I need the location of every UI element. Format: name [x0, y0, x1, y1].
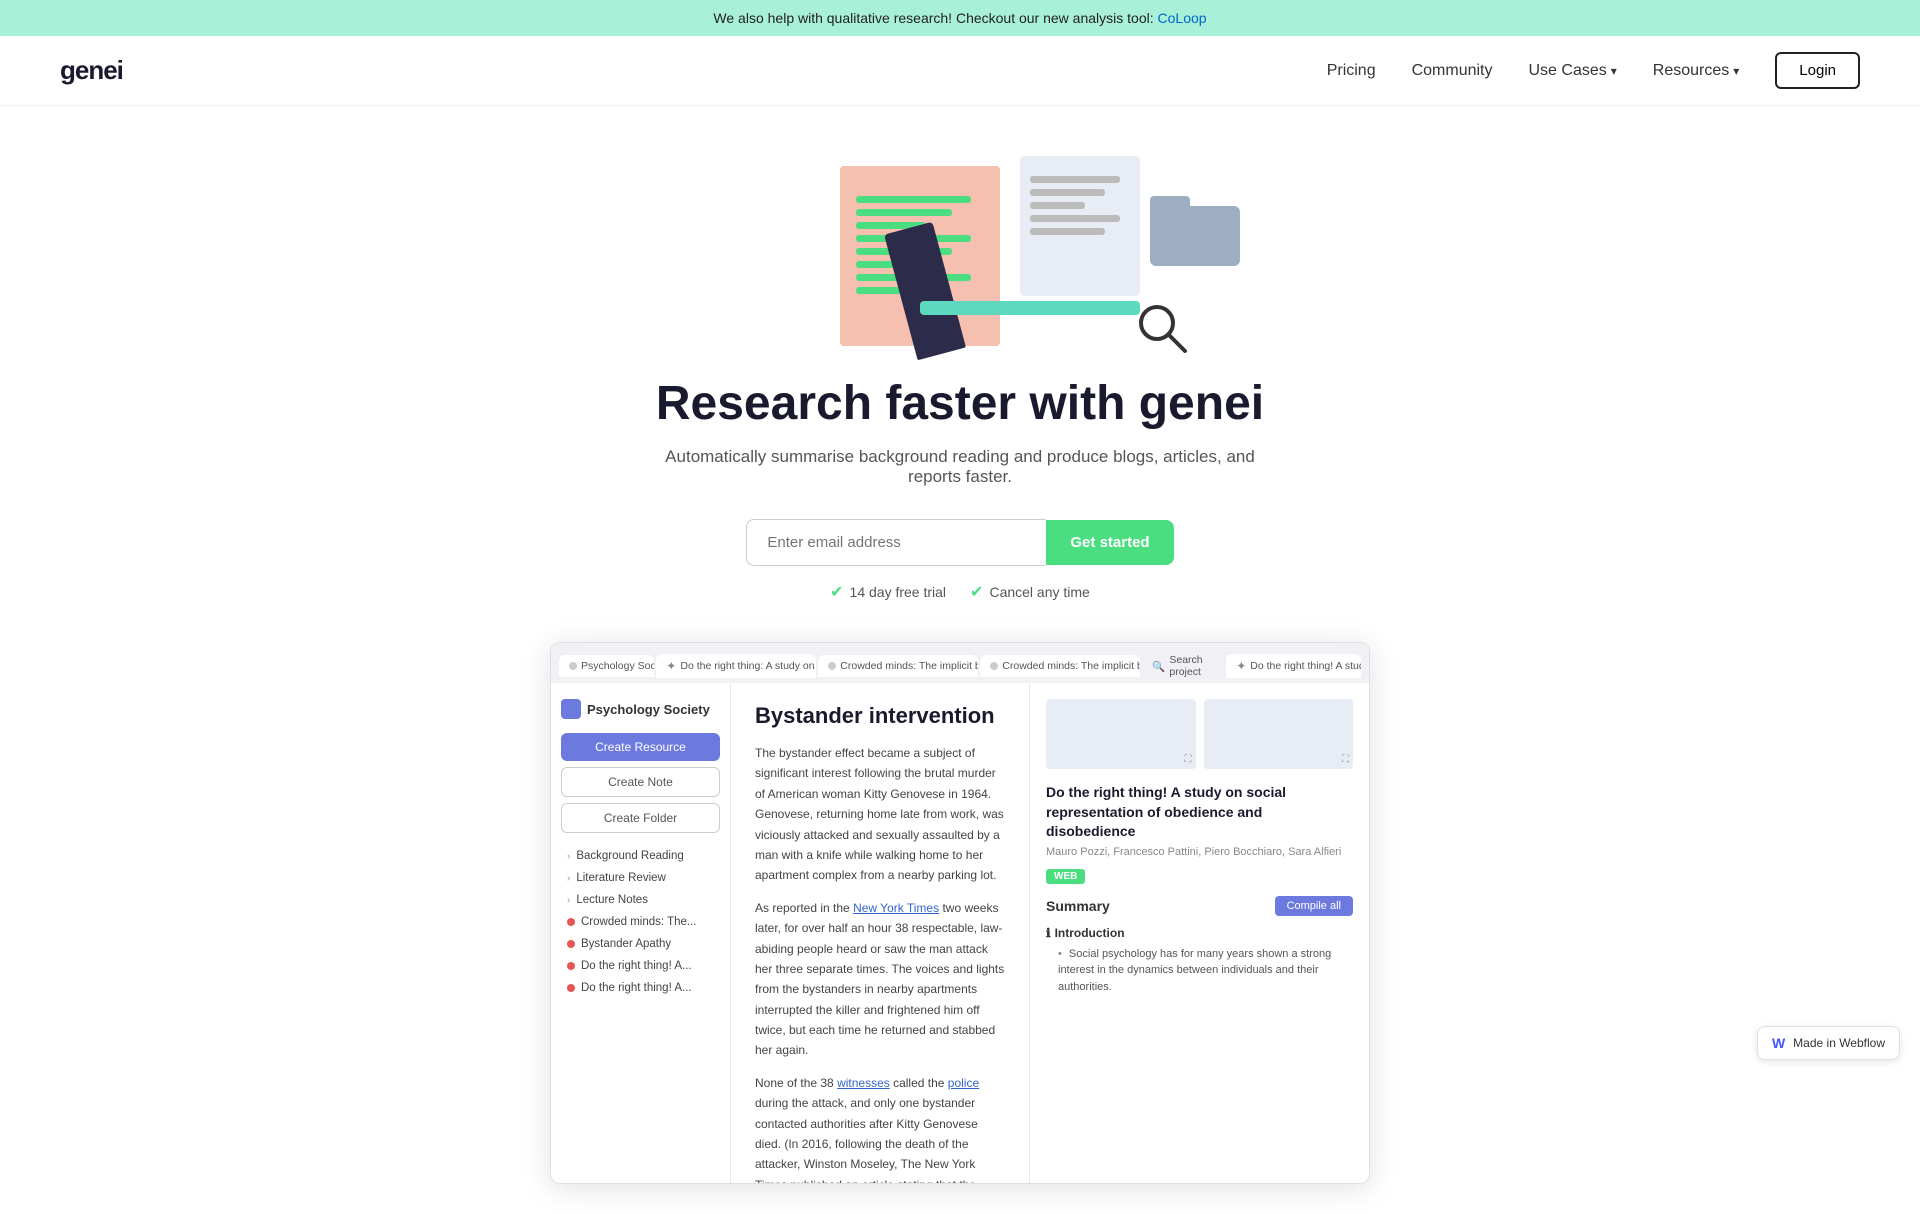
cancel-badge: ✔ Cancel any time	[970, 582, 1090, 602]
highlight-bar	[920, 301, 1140, 315]
signup-form: Get started	[746, 519, 1173, 566]
chevron-right-icon: ›	[567, 851, 570, 862]
check-icon: ✔	[970, 582, 983, 602]
paragraph-2: As reported in the New York Times two we…	[755, 898, 1005, 1061]
main-content-area: Bystander intervention The bystander eff…	[731, 683, 1029, 1183]
file-status-icon	[567, 918, 575, 926]
get-started-button[interactable]: Get started	[1046, 520, 1173, 565]
paper-authors: Mauro Pozzi, Francesco Pattini, Piero Bo…	[1046, 846, 1353, 858]
file-status-icon	[567, 962, 575, 970]
hero-illustration	[720, 146, 1200, 356]
sidebar-nav: › Background Reading › Literature Review…	[561, 845, 720, 999]
nav-community[interactable]: Community	[1412, 62, 1493, 80]
free-trial-badge: ✔ 14 day free trial	[830, 582, 946, 602]
tab-crowded-minds-1[interactable]: Crowded minds: The implicit bystander e.…	[818, 655, 978, 677]
paragraph-3: None of the 38 witnesses called the poli…	[755, 1073, 1005, 1183]
project-icon	[561, 699, 581, 719]
login-button[interactable]: Login	[1775, 52, 1860, 89]
tab-psychology-society[interactable]: Psychology Society	[559, 655, 654, 677]
folder-icon	[1150, 206, 1240, 266]
paper-thumbnail-2[interactable]: ⛶	[1204, 699, 1354, 769]
nyt-link[interactable]: New York Times	[853, 901, 939, 915]
nav-use-cases[interactable]: Use Cases ▾	[1529, 62, 1617, 80]
summary-label: Summary	[1046, 898, 1110, 914]
sidebar-item-literature-review[interactable]: › Literature Review	[561, 867, 720, 889]
tab-do-right-thing[interactable]: ✦ Do the right thing: A study on social …	[656, 654, 816, 678]
chevron-right-icon: ›	[567, 895, 570, 906]
nav-links: Pricing Community Use Cases ▾ Resources …	[1327, 52, 1860, 89]
witnesses-link[interactable]: witnesses	[837, 1076, 890, 1090]
star-icon: ✦	[666, 659, 676, 673]
tab-crowded-minds-2[interactable]: Crowded minds: The implicit bystander e.…	[980, 655, 1140, 677]
coloop-link[interactable]: CoLoop	[1158, 10, 1207, 26]
sidebar-project-name: Psychology Society	[561, 699, 720, 719]
paragraph-1: The bystander effect became a subject of…	[755, 743, 1005, 886]
browser-tab-bar: Psychology Society ✦ Do the right thing:…	[551, 643, 1369, 683]
sidebar: Psychology Society Create Resource Creat…	[551, 683, 731, 1183]
sidebar-item-background-reading[interactable]: › Background Reading	[561, 845, 720, 867]
content-title: Bystander intervention	[755, 703, 1005, 729]
tab-icon	[828, 662, 836, 670]
chevron-down-icon: ▾	[1611, 64, 1617, 78]
paper-thumbnail-1[interactable]: ⛶	[1046, 699, 1196, 769]
sidebar-item-bystander-apathy[interactable]: Bystander Apathy	[561, 933, 720, 955]
webflow-logo: W	[1772, 1035, 1785, 1051]
sidebar-item-lecture-notes[interactable]: › Lecture Notes	[561, 889, 720, 911]
panel-images: ⛶ ⛶	[1046, 699, 1353, 769]
tab-search[interactable]: 🔍 Search project	[1142, 649, 1224, 683]
hero-subtitle: Automatically summarise background readi…	[640, 447, 1280, 487]
compile-all-button[interactable]: Compile all	[1275, 896, 1353, 916]
email-input[interactable]	[746, 519, 1046, 566]
right-panel: ⛶ ⛶ Do the right thing! A study on socia…	[1029, 683, 1369, 1183]
info-icon: ℹ	[1046, 926, 1051, 940]
bullet-icon: •	[1058, 948, 1062, 960]
create-folder-button[interactable]: Create Folder	[561, 803, 720, 833]
expand-icon: ⛶	[1185, 754, 1192, 765]
tab-icon	[990, 662, 998, 670]
expand-icon: ⛶	[1342, 754, 1349, 765]
paper-title: Do the right thing! A study on social re…	[1046, 783, 1353, 842]
announcement-banner: We also help with qualitative research! …	[0, 0, 1920, 36]
sidebar-item-do-right-thing-1[interactable]: Do the right thing! A...	[561, 955, 720, 977]
hero-section: Research faster with genei Automatically…	[0, 106, 1920, 1214]
police-link[interactable]: police	[948, 1076, 979, 1090]
doc-line	[856, 196, 971, 203]
webflow-badge: W Made in Webflow	[1757, 1026, 1900, 1060]
search-icon: 🔍	[1152, 660, 1165, 673]
trial-badges: ✔ 14 day free trial ✔ Cancel any time	[830, 582, 1090, 602]
nav-pricing[interactable]: Pricing	[1327, 62, 1376, 80]
tab-do-right-thing-2[interactable]: ✦ Do the right thing! A study on...	[1226, 654, 1361, 678]
app-screenshot: Psychology Society ✦ Do the right thing:…	[550, 642, 1370, 1184]
star-icon: ✦	[1236, 659, 1246, 673]
secondary-document-icon	[1020, 156, 1140, 296]
introduction-section: ℹ Introduction	[1046, 926, 1353, 940]
navigation: genei Pricing Community Use Cases ▾ Reso…	[0, 36, 1920, 106]
logo[interactable]: genei	[60, 55, 123, 86]
doc-line	[856, 209, 952, 216]
nav-resources[interactable]: Resources ▾	[1653, 62, 1740, 80]
file-status-icon	[567, 984, 575, 992]
web-badge: WEB	[1046, 869, 1085, 884]
chevron-down-icon: ▾	[1733, 64, 1739, 78]
create-note-button[interactable]: Create Note	[561, 767, 720, 797]
tab-icon	[569, 662, 577, 670]
summary-bullet-1: • Social psychology has for many years s…	[1046, 946, 1353, 996]
content-body: The bystander effect became a subject of…	[755, 743, 1005, 1183]
search-icon	[1135, 301, 1190, 356]
app-body: Psychology Society Create Resource Creat…	[551, 683, 1369, 1183]
check-icon: ✔	[830, 582, 843, 602]
banner-text: We also help with qualitative research! …	[713, 10, 1153, 26]
summary-header: Summary Compile all	[1046, 896, 1353, 916]
create-resource-button[interactable]: Create Resource	[561, 733, 720, 761]
hero-title: Research faster with genei	[656, 376, 1264, 431]
sidebar-item-do-right-thing-2[interactable]: Do the right thing! A...	[561, 977, 720, 999]
chevron-right-icon: ›	[567, 873, 570, 884]
sidebar-item-crowded-minds[interactable]: Crowded minds: The...	[561, 911, 720, 933]
file-status-icon	[567, 940, 575, 948]
